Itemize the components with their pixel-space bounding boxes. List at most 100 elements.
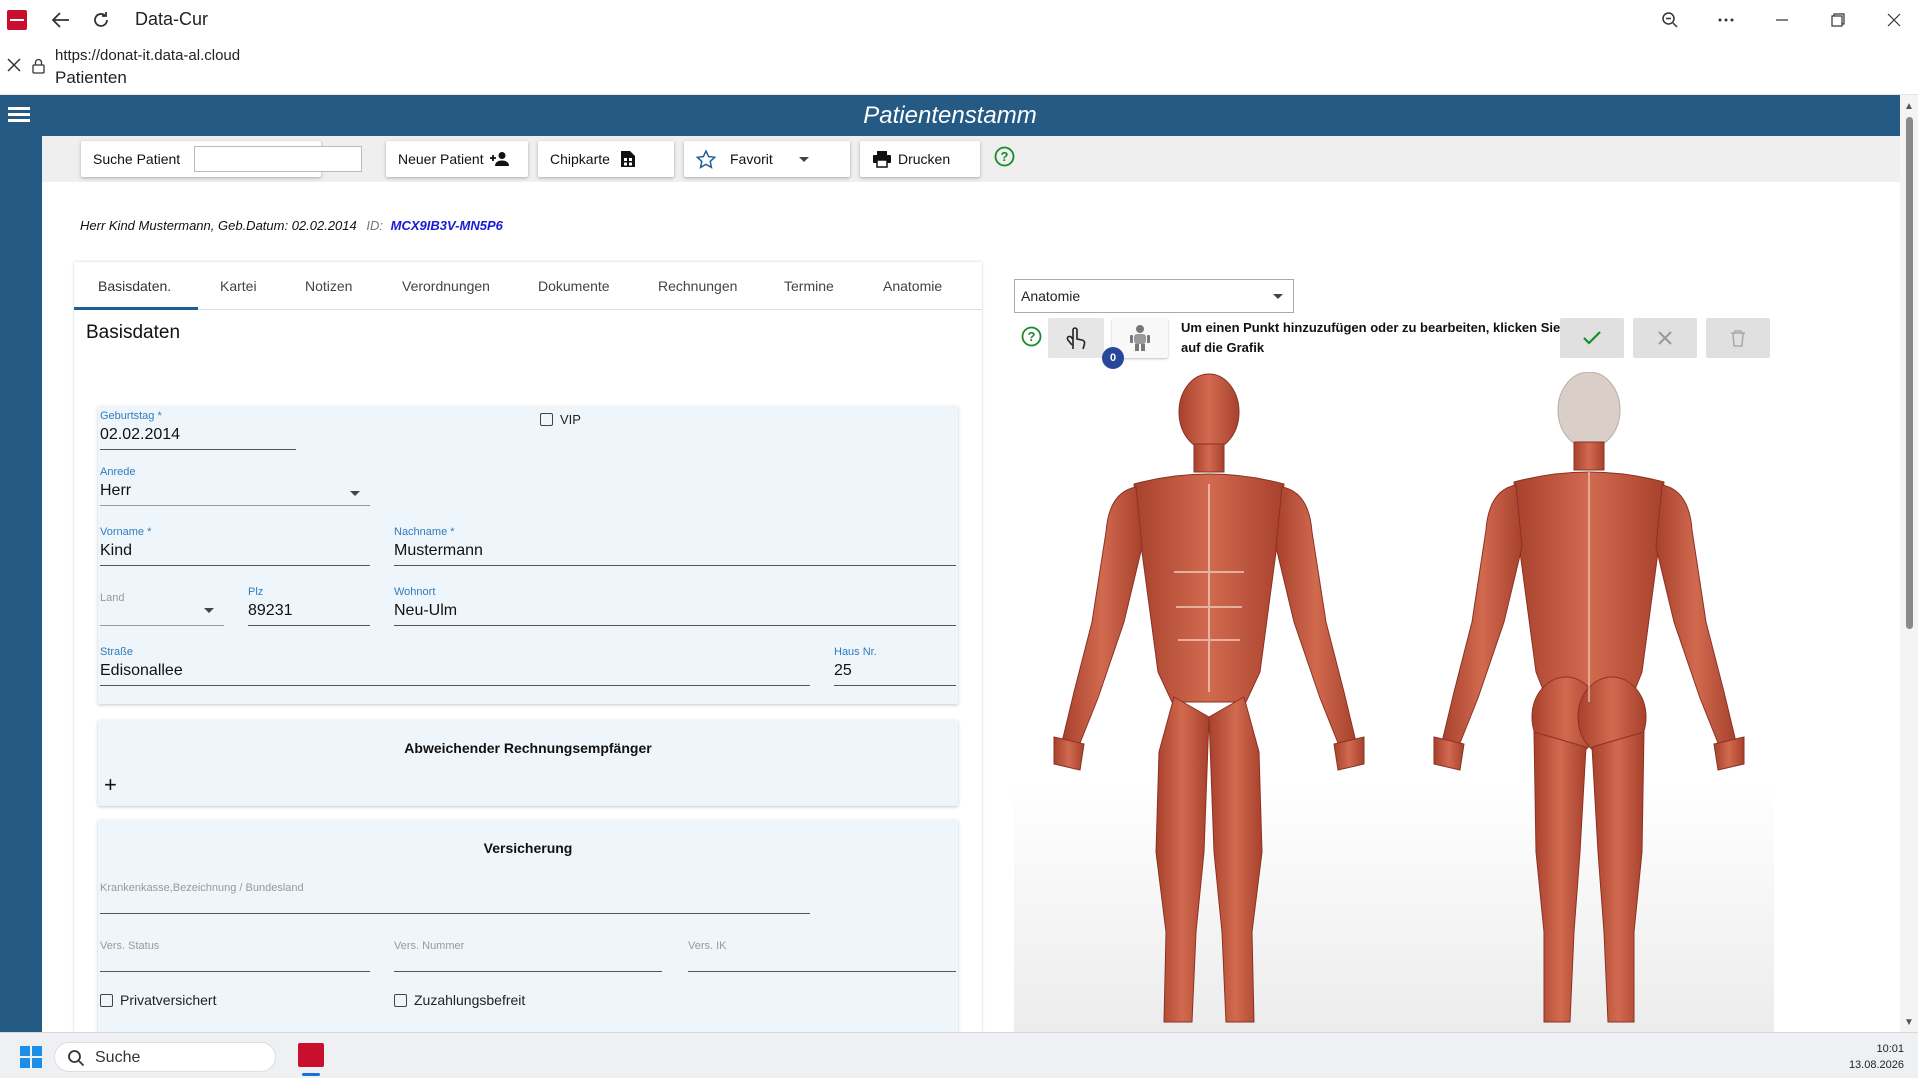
search-patient-input[interactable] [194, 146, 363, 172]
reload-button[interactable] [81, 0, 121, 39]
lastname-value: Mustermann [394, 542, 483, 559]
copay-exempt-checkbox[interactable]: Zuzahlungsbefreit [394, 992, 525, 1008]
side-strip [0, 136, 42, 1032]
scroll-down-icon[interactable]: ▼ [1904, 1017, 1914, 1028]
tab-basisdaten[interactable]: Basisdaten. [98, 278, 171, 294]
page-url[interactable]: https://donat-it.data-al.cloud [55, 47, 240, 64]
tab-verordnungen[interactable]: Verordnungen [402, 278, 490, 294]
insurance-company-placeholder: Krankenkasse,Bezeichnung / Bundesland [100, 882, 304, 894]
tab-dokumente[interactable]: Dokumente [538, 278, 610, 294]
lock-icon[interactable] [32, 58, 45, 74]
system-clock[interactable]: 10:01 13.08.2026 [1849, 1041, 1904, 1073]
help-icon[interactable]: ? [994, 146, 1015, 167]
billing-recipient-card: Abweichender Rechnungsempfänger + [98, 720, 958, 806]
insurance-status-placeholder: Vers. Status [100, 940, 160, 952]
anatomy-select[interactable]: Anatomie [1014, 279, 1294, 313]
print-button[interactable]: Drucken [860, 141, 980, 177]
windows-start-icon[interactable] [20, 1046, 42, 1068]
tab-kartei[interactable]: Kartei [220, 278, 257, 294]
delete-button[interactable] [1706, 318, 1770, 358]
favorite-label: Favorit [730, 151, 773, 167]
salutation-select[interactable]: Anrede Herr [100, 466, 370, 506]
billing-recipient-title: Abweichender Rechnungsempfänger [404, 740, 652, 756]
firstname-value: Kind [100, 542, 133, 559]
country-select[interactable]: Land [100, 592, 224, 626]
point-mode-button[interactable] [1048, 318, 1104, 358]
city-field[interactable]: Wohnort Neu-Ulm [394, 586, 956, 626]
datacur-app-icon[interactable] [298, 1043, 324, 1067]
check-icon [1583, 331, 1601, 345]
browser-titlebar: Data-Cur [0, 0, 1918, 39]
insurance-number-field[interactable]: Vers. Nummer [394, 940, 662, 972]
confirm-button[interactable] [1560, 318, 1624, 358]
zip-field[interactable]: Plz 89231 [248, 586, 370, 626]
cancel-button[interactable] [1633, 318, 1697, 358]
scroll-thumb[interactable] [1906, 117, 1913, 629]
arrow-left-icon [51, 11, 69, 28]
patient-id-value: MCX9IB3V-MN5P6 [390, 218, 503, 233]
chipcard-label: Chipkarte [550, 151, 610, 167]
zip-value: 89231 [248, 602, 293, 619]
patient-summary: Herr Kind Mustermann, Geb.Datum: 02.02.2… [80, 218, 503, 233]
copay-exempt-label: Zuzahlungsbefreit [414, 992, 526, 1008]
house-number-field[interactable]: Haus Nr. 25 [834, 646, 956, 686]
anatomy-figure-area[interactable] [1014, 372, 1774, 1032]
taskbar-search[interactable]: Suche [54, 1042, 276, 1072]
city-value: Neu-Ulm [394, 602, 458, 619]
insurance-status-field[interactable]: Vers. Status [100, 940, 370, 972]
anatomy-select-value: Anatomie [1021, 288, 1081, 304]
salutation-label: Anrede [100, 466, 136, 478]
tab-termine[interactable]: Termine [784, 278, 834, 294]
app-logo-icon [7, 9, 27, 30]
salutation-value: Herr [100, 482, 132, 499]
new-patient-button[interactable]: Neuer Patient [386, 141, 528, 177]
house-number-value: 25 [834, 662, 852, 679]
country-label: Land [100, 592, 125, 604]
add-icon[interactable]: + [104, 772, 117, 798]
search-icon [68, 1050, 85, 1067]
anatomy-hint-text: Um einen Punkt hinzuzufügen oder zu bear… [1181, 320, 1561, 355]
tab-notizen[interactable]: Notizen [305, 278, 352, 294]
close-page-icon[interactable] [6, 56, 22, 79]
vip-checkbox[interactable]: VIP [540, 412, 581, 427]
toolbar: Suche Patient Neuer Patient Chipkarte Fa… [42, 136, 1900, 182]
taskbar: Suche 10:01 13.08.2026 [0, 1032, 1918, 1078]
tab-anatomie[interactable]: Anatomie [883, 278, 942, 294]
page-scrollbar[interactable]: ▲ ▼ [1900, 95, 1918, 1032]
zoom-button[interactable] [1646, 0, 1694, 39]
window-controls [1638, 0, 1918, 39]
private-insurance-checkbox[interactable]: Privatversichert [100, 992, 216, 1008]
private-insurance-checkbox-box[interactable] [100, 993, 113, 1007]
chipcard-button[interactable]: Chipkarte [538, 141, 674, 177]
restore-button[interactable] [1814, 0, 1862, 39]
reload-icon [94, 11, 108, 27]
copay-exempt-checkbox-box[interactable] [394, 993, 407, 1007]
point-count-badge: 0 [1102, 347, 1124, 369]
birthday-value: 02.02.2014 [100, 426, 181, 443]
scroll-up-icon[interactable]: ▲ [1904, 101, 1914, 112]
new-patient-label: Neuer Patient [398, 151, 484, 167]
insurance-company-field[interactable]: Krankenkasse,Bezeichnung / Bundesland [100, 882, 810, 914]
street-value: Edisonallee [100, 662, 183, 679]
back-button[interactable] [41, 0, 81, 39]
insurance-ik-field[interactable]: Vers. IK [688, 940, 956, 972]
front-body-figure[interactable] [1053, 373, 1365, 1023]
person-icon [1130, 325, 1150, 351]
street-field[interactable]: Straße Edisonallee [100, 646, 810, 686]
birthday-field[interactable]: Geburtstag * 02.02.2014 [100, 410, 296, 450]
star-icon [696, 149, 716, 169]
minimize-button[interactable] [1758, 0, 1806, 39]
favorite-dropdown[interactable]: Favorit [684, 141, 850, 177]
birthday-label: Geburtstag * [100, 410, 162, 422]
close-window-button[interactable] [1870, 0, 1918, 39]
help-icon[interactable]: ? [1021, 326, 1042, 347]
restore-icon [1831, 12, 1845, 27]
vip-checkbox-box[interactable] [540, 413, 553, 426]
lastname-field[interactable]: Nachname * Mustermann [394, 526, 956, 566]
city-label: Wohnort [394, 586, 436, 598]
firstname-field[interactable]: Vorname * Kind [100, 526, 370, 566]
tab-rechnungen[interactable]: Rechnungen [658, 278, 737, 294]
sim-card-icon [620, 151, 635, 167]
anatomy-figure[interactable] [1014, 372, 1774, 1032]
more-button[interactable] [1702, 0, 1750, 39]
